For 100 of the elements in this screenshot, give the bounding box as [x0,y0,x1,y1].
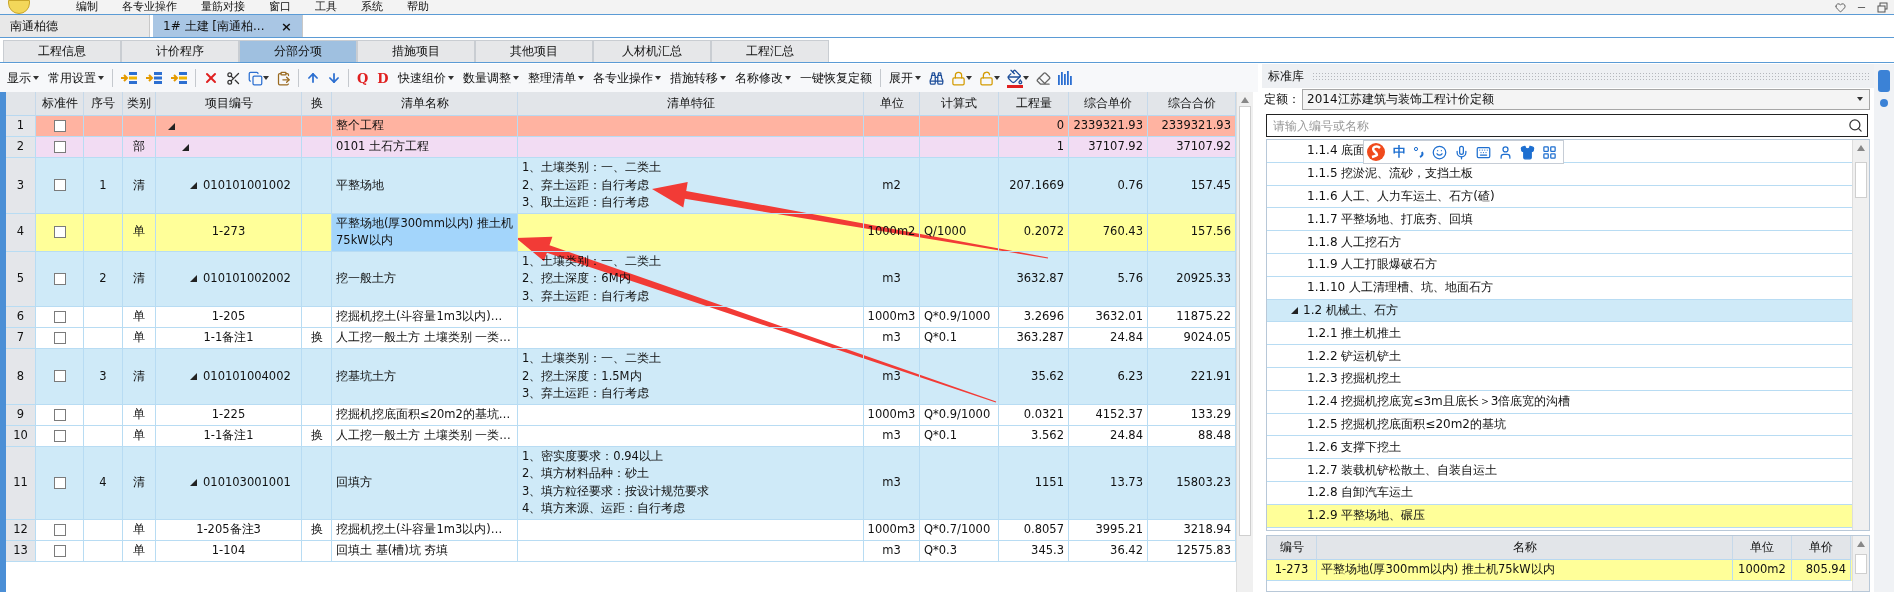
table-row[interactable]: 1-273 平整场地(厚300mm以内) 推土机75kW以内 1000m2 805.94 [1267,560,1852,581]
table-row[interactable]: 8 3 清 010101004002 挖基坑土方 1、土壤类别：一、二类土 2、挖土深度：1.5M内 3、弃土运距：自行考虑 m3 35.62 6.23 221.91 [6,349,1236,405]
table-row[interactable]: 7 单 1-1备注1 换 人工挖一般土方 土壤类别 一类… m3 Q*0.1 363.287 24.84 9024.05 [6,328,1236,349]
keyboard-icon[interactable] [1476,144,1491,160]
menu-item[interactable]: 系统 [361,0,383,14]
toolbar-menu[interactable]: 显示 [6,69,40,87]
lock-icon[interactable] [950,70,972,86]
expand-icon[interactable] [1291,306,1298,314]
table-row[interactable]: 9 单 1-225 挖掘机挖底面积≤20m2的基坑… 1000m3 Q*0.9/1000 0.0321 4152.37 133.29 [6,404,1236,426]
delete-icon[interactable] [203,70,219,86]
toolbar-letter-icon[interactable]: D [376,70,390,86]
expand-icon[interactable] [182,143,189,151]
toolbar-menu[interactable]: 常用设置 [47,69,105,87]
toolbar-letter-icon[interactable]: Q [356,70,370,86]
tree-item[interactable]: 1.2 机械土、石方 [1267,299,1852,323]
scissors-icon[interactable] [226,70,241,86]
module-tab[interactable]: 措施项目 [357,40,475,62]
expand-icon[interactable] [168,122,175,130]
menu-item[interactable]: 量筋对接 [201,0,245,14]
expand-icon[interactable] [190,275,197,283]
panel-icon[interactable] [1879,98,1889,108]
close-icon[interactable]: × [281,18,292,34]
shirt-icon[interactable] [1520,144,1535,160]
document-tab[interactable]: 1# 土建 [南通柏... × [153,15,303,37]
checkbox[interactable] [53,179,66,192]
checkbox[interactable] [53,544,66,557]
module-tab[interactable]: 人材机汇总 [593,40,711,62]
scroll-up-icon[interactable] [1856,144,1866,152]
checkbox[interactable] [53,141,66,153]
table-row[interactable]: 12 单 1-205备注3 换 挖掘机挖土(斗容量1m3以内)… 1000m3 Q*0.7/1000 0.8057 3995.21 3218.94 [6,519,1236,541]
grid-icon[interactable] [1542,144,1557,160]
eraser-icon[interactable] [1035,70,1051,86]
table-cell: 挖基坑土方 [332,349,518,405]
table-row[interactable]: 2 部 0101 土石方工程 1 37107.92 37107.92 [6,137,1236,158]
checkbox[interactable] [53,429,66,442]
tree-item[interactable]: 1.2.9 平整场地、碾压 [1267,504,1852,528]
module-tab[interactable]: 其他项目 [475,40,593,62]
table-row[interactable]: 1 整个工程 0 2339321.93 2339321.93 [6,116,1236,137]
checkbox[interactable] [53,311,66,323]
arrow-up-icon[interactable] [306,71,320,85]
menu-item[interactable]: 编制 [76,0,98,14]
arrow-down-icon[interactable] [327,71,341,85]
module-tab[interactable]: 计价程序 [121,40,239,62]
scroll-up-icon[interactable] [1856,540,1866,548]
checkbox[interactable] [53,523,66,536]
column-header: 标准件 [36,92,84,116]
expand-icon[interactable] [190,181,197,189]
checkbox[interactable] [53,476,66,489]
menu-item[interactable]: 帮助 [407,0,429,14]
paint-bucket-icon[interactable] [1006,68,1029,88]
append-row-icon[interactable] [170,71,188,85]
insert-child-icon[interactable] [145,71,163,85]
table-row[interactable]: 3 1 清 010101001002 平整场地 1、土壤类别：一、二类土 2、弃土运距：自行考虑 3、取土运距：自行考虑 m2 207.1669 0.76 157.45 [6,158,1236,214]
tree-item[interactable]: 1.1.9 人工打眼爆破石方 [1267,254,1852,277]
table-row[interactable]: 13 单 1-104 回填土 基(槽)坑 夯填 m3 Q*0.3 345.3 36.42 12575.83 [6,540,1236,562]
toolbar-menu[interactable]: 快速组价 [396,69,455,87]
bar-chart-icon[interactable] [1057,71,1072,85]
checkbox[interactable] [53,272,66,285]
module-tab[interactable]: 工程信息 [3,40,121,62]
restore-icon[interactable] [1877,1,1888,13]
checkbox[interactable] [53,120,66,132]
checkbox[interactable] [53,408,66,421]
copy-icon[interactable] [248,70,269,86]
toolbar-menu[interactable]: 数量调整 [461,69,520,87]
binoculars-icon[interactable] [928,70,944,86]
search-field[interactable]: 请输入编号或名称 [1271,117,1848,134]
document-tab[interactable]: 南通柏德 [0,15,150,37]
table-row[interactable]: 10 单 1-1备注1 换 人工挖一般土方 土壤类别 一类… m3 Q*0.1 3.562 24.84 88.48 [6,425,1236,447]
table-row[interactable]: 6 单 1-205 挖掘机挖土(斗容量1m3以内)… 1000m3 Q*0.9/1000 3.2696 3632.01 11875.22 [6,307,1236,328]
punctuation-icon[interactable] [1413,146,1425,158]
expand-icon[interactable] [190,372,197,380]
expand-icon[interactable] [190,479,197,486]
quota-select[interactable]: 2014江苏建筑与装饰工程计价定额 [1302,88,1870,110]
table-row[interactable]: 11 4 清 010103001001 回填方 1、密实度要求：0.94以上 2、填方材料品种：砂土 3、填方粒径要求：按设计规范要求 4、填方来源、运距：自行考虑 m3 1151 13.73 15803.23 [6,446,1236,520]
checkbox[interactable] [53,332,66,344]
microphone-icon[interactable] [1454,144,1469,160]
menu-item[interactable]: 各专业操作 [122,0,177,14]
ime-mode[interactable]: 中 [1393,143,1406,161]
toolbar-menu[interactable]: 名称修改 [733,69,792,87]
module-tab[interactable]: 工程汇总 [711,40,829,62]
toolbar-menu[interactable]: 展开 [887,69,922,87]
scroll-up-icon[interactable] [1240,96,1250,104]
ime-logo-icon[interactable] [1366,142,1386,162]
module-tab[interactable]: 分部分项 [239,40,357,62]
search-icon[interactable] [1848,118,1863,133]
user-icon[interactable] [1498,144,1513,160]
heart-icon[interactable] [1835,1,1846,13]
menu-item[interactable]: 工具 [315,0,337,14]
paste-icon[interactable] [276,70,291,86]
toolbar-menu[interactable]: 措施转移 [668,69,727,87]
search-box[interactable]: 请输入编号或名称 [1266,114,1868,137]
smiley-icon[interactable] [1432,144,1447,160]
toolbar-menu[interactable]: 一键恢复定额 [798,69,873,87]
menu-item[interactable]: 窗口 [269,0,291,14]
toolbar-menu[interactable]: 整理清单 [526,69,585,87]
checkbox[interactable] [53,370,66,383]
insert-row-icon[interactable] [120,71,138,85]
unlock-icon[interactable] [978,70,1000,86]
checkbox[interactable] [53,226,66,238]
toolbar-menu[interactable]: 各专业操作 [591,69,662,87]
